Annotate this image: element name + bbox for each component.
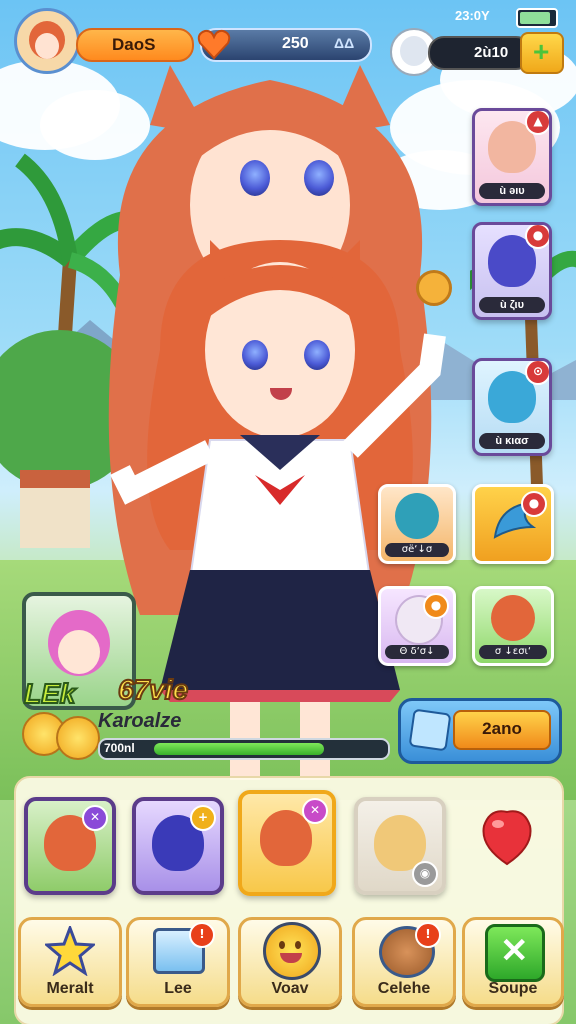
side-card-badge: ●: [525, 225, 549, 249]
player-avatar[interactable]: [14, 8, 80, 74]
level-tag-left: LEk: [23, 677, 76, 710]
mini-card-label: Θ δ‘σ↓: [385, 645, 449, 659]
progress-label: 700nl: [104, 741, 135, 755]
add-currency-button[interactable]: +: [520, 32, 564, 74]
side-card-label: ù κιασ: [479, 433, 545, 449]
mini-card-badge: ●: [423, 593, 449, 619]
side-card[interactable]: ù əıυ ▲: [472, 108, 552, 206]
roster-card[interactable]: ◉: [354, 797, 446, 895]
hearts-count: 250: [282, 35, 309, 52]
nav-button-meralt[interactable]: Meralt: [18, 917, 122, 1007]
card-icon: [408, 708, 452, 752]
battery-icon: [516, 8, 558, 28]
heart-token-icon[interactable]: [416, 270, 452, 306]
roster-card-selected[interactable]: ✕: [238, 790, 336, 896]
nav-label: Meralt: [46, 980, 94, 997]
nav-badge: !: [189, 922, 215, 948]
eye: [240, 160, 270, 196]
nav-label: Celehe: [377, 980, 431, 997]
nav-label: Soupe: [488, 980, 538, 997]
clock: 23:0Y: [455, 8, 490, 23]
side-card-badge: ⊙: [525, 361, 549, 385]
energy-readout: ΔΔ: [334, 35, 355, 51]
nav-label: Lee: [164, 980, 192, 997]
mini-card-label: σë‘↓σ: [385, 543, 449, 557]
currency-amount: 2ù10: [474, 44, 509, 61]
heart-icon: [197, 29, 231, 60]
currency-bar: 2ù10: [428, 36, 532, 70]
mini-card[interactable]: ●: [472, 484, 554, 564]
side-card-badge: ▲: [525, 111, 549, 135]
nav-button-voav[interactable]: Voav: [238, 917, 342, 1007]
roster-card[interactable]: ✕: [24, 797, 116, 895]
nav-button-celehe[interactable]: ! Celehe: [352, 917, 456, 1007]
plus-icon: +: [533, 36, 550, 67]
player-name-plate: DaoS: [76, 28, 194, 62]
side-card-label: ù ζιυ: [479, 297, 545, 313]
roster-badge: +: [190, 805, 216, 831]
level-tag-right: 67vie: [117, 673, 189, 706]
roster-badge: ◉: [412, 861, 438, 887]
level-progress-bar: 700nl: [98, 738, 390, 760]
nav-badge: !: [415, 922, 441, 948]
nav-button-lee[interactable]: ! Lee: [126, 917, 230, 1007]
mini-card[interactable]: Θ δ‘σ↓ ●: [378, 586, 456, 666]
player-name: DaoS: [112, 35, 156, 54]
heart-coin-icon: [56, 716, 100, 760]
eye: [242, 340, 268, 370]
mini-card-label: σ ↓εσι‘: [479, 645, 547, 659]
nav-button-soupe[interactable]: ✕ Soupe: [462, 917, 564, 1007]
star-icon: [45, 926, 95, 976]
hearts-bar: 250 ΔΔ: [197, 28, 372, 62]
side-card[interactable]: ù ζιυ ●: [472, 222, 552, 320]
roster-badge: ✕: [82, 805, 108, 831]
balloon-icon[interactable]: [476, 806, 538, 870]
nav-label: Voav: [271, 980, 309, 997]
game-scene: DaoS 250 ΔΔ 23:0Y 2ù10 + ù əıυ ▲ ù ζιυ ●…: [0, 0, 576, 1024]
side-card-label: ù əıυ: [479, 183, 545, 199]
mini-card[interactable]: σë‘↓σ: [378, 484, 456, 564]
roster-card[interactable]: +: [132, 797, 224, 895]
eye: [304, 160, 334, 196]
roster-badge: ✕: [302, 798, 328, 824]
side-card[interactable]: ù κιασ ⊙: [472, 358, 552, 456]
mini-card-badge: ●: [521, 491, 547, 517]
check-icon: ✕: [485, 924, 545, 982]
play-button[interactable]: 2ano: [398, 698, 562, 764]
play-button-label: 2ano: [482, 719, 522, 738]
mini-card[interactable]: σ ↓εσι‘: [472, 586, 554, 666]
smiley-icon: [263, 922, 321, 980]
eye: [304, 340, 330, 370]
character-name: Karoalze: [98, 710, 182, 732]
progress-fill: [154, 743, 324, 755]
